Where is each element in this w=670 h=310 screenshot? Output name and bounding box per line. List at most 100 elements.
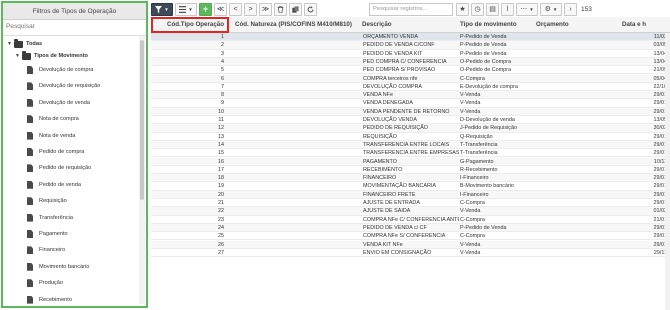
tree-item[interactable]: Transferência (27, 210, 73, 226)
table-row[interactable]: 16 PAGAMENTO G-Pagamento 10/11 (151, 157, 670, 166)
grid-scrollbar[interactable] (665, 33, 670, 310)
records-search-input[interactable]: Pesquisar registros... (369, 2, 453, 16)
filter-search[interactable] (3, 20, 146, 36)
caret-down-icon[interactable]: ▼ (15, 53, 21, 59)
cell-tipo: P-Pedido de Venda (460, 224, 507, 231)
delete-button[interactable] (274, 2, 287, 16)
column-header-tipo[interactable]: Tipo de movimento (457, 17, 533, 33)
table-row[interactable]: 25 COMPRA NFe S/ CONFERENCIA C-Compra 29/01 (151, 232, 670, 241)
favorite-button[interactable]: ★ (456, 2, 469, 16)
cell-tipo: T-Transferência (460, 141, 498, 148)
table-row[interactable]: 22 AJUSTE DE SAIDA V-Venda 01/02 (151, 207, 670, 216)
first-page-button[interactable]: ≪ (214, 2, 227, 16)
cell-codigo: 5 (221, 67, 224, 74)
prev-page-button[interactable]: < (229, 2, 242, 16)
tree-item[interactable]: Pedido de compra (27, 144, 84, 160)
timer-button[interactable]: ◷ (471, 2, 484, 16)
tree-item[interactable]: Nota de compra (27, 111, 79, 127)
document-button[interactable]: ▤ (486, 2, 499, 16)
filter-panel-title: Filtros de Tipos de Operação (3, 3, 146, 20)
table-row[interactable]: 8 VENDA NFe V-Venda 29/01 (151, 91, 670, 100)
tree-item[interactable]: Financeiro (27, 242, 65, 258)
cell-descricao: MOVIMENTAÇÃO BANCARIA (363, 183, 436, 190)
copy-icon (292, 5, 299, 13)
document-icon (27, 148, 33, 156)
cell-codigo: 4 (221, 58, 224, 65)
table-row[interactable]: 14 TRANSFERENCIA ENTRE LOCAIS T-Transferên… (151, 140, 670, 150)
cell-codigo: 13 (218, 133, 224, 140)
table-row[interactable]: 19 MOVIMENTAÇÃO BANCARIA B-Movimento bancá… (151, 182, 670, 191)
cell-descricao: REQUISIÇÃO (363, 133, 397, 140)
column-header-natureza[interactable]: Cód. Natureza (PIS/COFINS M410/M810) (232, 17, 359, 33)
tree-item[interactable]: Pagamento (27, 226, 68, 242)
table-row[interactable]: 7 DEVOLUÇÃO COMPRA E-Devolução de compra 22… (151, 83, 670, 92)
column-header-codigo[interactable]: Cód.Tipo Operação (151, 17, 229, 33)
tree-item[interactable]: Devolução de compra (27, 62, 93, 78)
filter-scrollbar-thumb[interactable] (140, 40, 144, 200)
refresh-button[interactable] (304, 2, 317, 16)
copy-button[interactable] (289, 2, 302, 16)
next-record-button[interactable]: › (564, 2, 577, 16)
grid-header: Cód.Tipo Operação Cód. Natureza (PIS/COF… (151, 17, 670, 33)
tree-item[interactable]: Nota de venda (27, 128, 75, 144)
table-row[interactable]: 9 VENDA DENEGADA V-Venda 29/01 (151, 99, 670, 108)
tree-item-label: Pedido de requisição (39, 165, 92, 172)
list-view-button[interactable]: ▼ (175, 2, 197, 16)
table-row[interactable]: 26 VENDA KIT NFe V-Venda 29/01 (151, 240, 670, 249)
cell-tipo: P-Pedido de Venda (460, 50, 507, 57)
table-row[interactable]: 21 AJUSTE DE ENTRADA C-Compra 29/01 (151, 199, 670, 208)
gear-icon: ⚙ (544, 6, 551, 13)
tree-item[interactable]: Devolução de venda (27, 95, 90, 111)
more-button[interactable]: ⋯ ▼ (516, 2, 538, 16)
caret-down-icon[interactable]: ▼ (7, 41, 13, 47)
cell-codigo: 2 (221, 42, 224, 49)
cell-codigo: 19 (218, 183, 224, 190)
tree-item[interactable]: Pedido de requisição (27, 160, 91, 176)
table-row[interactable]: 24 PEDIDO DE VENDA c/ CF P-Pedido de Venda… (151, 223, 670, 233)
attach-button[interactable]: ⌇ (501, 2, 514, 16)
column-header-data[interactable]: Data e h (619, 17, 670, 33)
last-page-button[interactable]: ≫ (259, 2, 272, 16)
tree-item[interactable]: Movimento bancário (27, 259, 89, 275)
filter-button[interactable]: ▼ (151, 2, 173, 16)
cell-codigo: 25 (218, 233, 224, 240)
table-row[interactable]: 18 FINANCEIRO I-Financeiro 29/01 (151, 174, 670, 183)
ellipsis-icon: ⋯ (520, 6, 528, 13)
table-row[interactable]: 27 ENVIO EM CONSIGNAÇÃO V-Venda 29/11 (151, 249, 670, 258)
tree-item[interactable]: Devolução de requisição (27, 78, 100, 94)
add-button[interactable]: + (199, 2, 212, 16)
table-row[interactable]: 2 PEDIDO DE VENDA C/CONF P-Pedido de Venda… (151, 41, 670, 50)
table-row[interactable]: 4 PED COMPRA C/ CONFERENCIA O-Pedido de Co… (151, 57, 670, 67)
filter-panel: Filtros de Tipos de Operação ▼ Todas ▼ T… (1, 1, 148, 308)
cell-tipo: P-Pedido de Venda (460, 34, 507, 40)
filter-scrollbar[interactable] (139, 36, 145, 304)
table-row[interactable]: 23 COMPRA NFe C/ CONFERENCIA ANTES COC-Co… (151, 216, 670, 224)
tree-item[interactable]: Recebimento (27, 292, 72, 306)
table-row[interactable]: 13 REQUISIÇÃO Q-Requisição 29/01 (151, 133, 670, 141)
document-icon (27, 164, 33, 173)
tree-item[interactable]: Pedido de venda (27, 177, 81, 193)
tree-item[interactable]: Requisição (27, 193, 67, 209)
table-row[interactable]: 5 PED COMPRA S/ PROVISAO O-Pedido de Compr… (151, 66, 670, 75)
document-icon (27, 180, 33, 189)
cell-descricao: ENVIO EM CONSIGNAÇÃO (363, 249, 432, 256)
tree-item-label: Nota de compra (39, 116, 79, 123)
table-row[interactable]: 12 PEDIDO DE REQUISIÇÃO J-Pedido de Requis… (151, 124, 670, 133)
records-grid: Cód.Tipo Operação Cód. Natureza (PIS/COF… (151, 17, 670, 310)
table-row[interactable]: 10 VENDA PENDENTE DE RETORNO V-Venda 29/01 (151, 107, 670, 116)
table-row[interactable]: 15 TRANSFERENCIA ENTRE EMPRESAS T-Transfer… (151, 149, 670, 158)
settings-button[interactable]: ⚙ ▼ (540, 2, 562, 16)
table-row[interactable]: 11 DEVOLUÇÃO VENDA D-Devolução de venda 13/… (151, 116, 670, 125)
column-header-orcamento[interactable]: Orçamento (533, 17, 619, 33)
filter-search-input[interactable] (6, 23, 146, 30)
column-header-descricao[interactable]: Descrição (359, 17, 457, 33)
next-page-button[interactable]: > (244, 2, 257, 16)
table-row[interactable]: 3 PEDIDO DE VENDA KIT P-Pedido de Venda 13/… (151, 50, 670, 58)
table-row[interactable]: 17 RECEBIMENTO R-Recebimento 29/01 (151, 166, 670, 175)
table-row[interactable]: 20 FINANCEIRO FRETE I-Financeiro 29/01 (151, 190, 670, 199)
tree-item[interactable]: Produção (27, 275, 63, 291)
table-row[interactable]: 6 COMPRA terceiros nfe C-Compra 05/04 (151, 74, 670, 83)
cell-descricao: PEDIDO DE VENDA C/CONF (363, 42, 435, 49)
cell-tipo: V-Venda (460, 100, 481, 107)
table-row[interactable]: 1 ORÇAMENTO VENDA P-Pedido de Venda 11/03 (151, 33, 670, 42)
